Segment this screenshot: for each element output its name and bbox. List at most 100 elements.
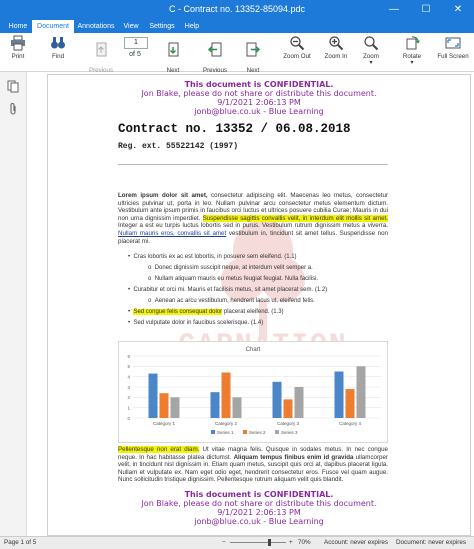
list-item: • Sed congue felis consequat dolor place… xyxy=(128,309,284,315)
x-tick-label: Category 3 xyxy=(277,421,300,426)
close-button[interactable]: ✕ xyxy=(442,0,474,20)
rotate-dropdown[interactable]: Rotate ▾ xyxy=(400,35,424,71)
y-tick-label: 2 xyxy=(127,395,130,400)
legend-label: Series 2 xyxy=(249,430,266,435)
legend-swatch xyxy=(211,430,215,434)
next-view-button[interactable]: Next View xyxy=(238,35,268,81)
x-tick-label: Category 4 xyxy=(339,421,362,426)
list-item: o Aenean ac arcu vestibulum, hendrerit l… xyxy=(148,298,315,304)
account-status: Account: never expires xyxy=(324,539,389,546)
print-button[interactable]: Print xyxy=(4,35,32,71)
bar xyxy=(334,371,344,418)
zoom-plus-icon[interactable]: + xyxy=(289,539,293,546)
x-tick-label: Category 2 xyxy=(215,421,238,426)
previous-view-button[interactable]: Previous View xyxy=(200,35,230,81)
ribbon-toolbar: Print Find Previous Page 1 of 5 Next Pag… xyxy=(0,33,474,81)
tab-settings[interactable]: Settings xyxy=(146,20,178,33)
next-page-icon xyxy=(168,42,179,57)
y-tick-label: 3 xyxy=(127,385,130,390)
bar xyxy=(356,366,366,418)
bar xyxy=(210,392,220,418)
highlight: Pellentesque non erat diam. xyxy=(118,446,200,453)
confidential-line-1: This document is CONFIDENTIAL. xyxy=(184,80,334,89)
page-count-label: of 5 xyxy=(129,51,141,58)
paragraph-1: Lorem ipsum dolor sit amet, consectetur … xyxy=(118,192,388,245)
chart-title: Chart xyxy=(246,347,261,353)
zoom-level: 70% xyxy=(298,539,311,546)
zoom-in-icon xyxy=(329,36,344,51)
ribbon-tabs: Home Document Annotations View Settings … xyxy=(0,20,474,33)
bar xyxy=(159,393,169,418)
zoom-out-icon xyxy=(290,36,305,51)
document-page: This document is CONFIDENTIAL. Jon Blake… xyxy=(47,74,471,536)
tab-annotations[interactable]: Annotations xyxy=(76,20,116,33)
next-view-icon xyxy=(246,42,260,57)
zoom-slider[interactable] xyxy=(230,539,286,546)
list-item: o Nullam aliquam mauris eu metus feugiat… xyxy=(148,276,319,282)
previous-view-icon xyxy=(208,42,222,57)
tab-help[interactable]: Help xyxy=(180,20,204,33)
title-rule xyxy=(118,164,388,165)
x-tick-label: Category 1 xyxy=(153,421,176,426)
paragraph-2: Pellentesque non erat diam. Ut vitae mag… xyxy=(118,446,388,484)
confidential-line-3: 9/1/2021 2:06:13 PM xyxy=(217,98,301,107)
y-tick-label: 6 xyxy=(127,354,130,359)
list-item: • Sed vulputate dolor in faucibus sceler… xyxy=(128,320,264,326)
chevron-down-icon: ▾ xyxy=(410,60,414,66)
bar xyxy=(294,387,304,418)
confidential-line-2: Jon Blake, please do not share or distri… xyxy=(141,89,377,98)
zoom-minus-icon[interactable]: − xyxy=(222,539,226,546)
contract-title: Contract no. 13352 / 06.08.2018 xyxy=(118,122,351,136)
highlight: Suspendisse sagittis convallis velit, in… xyxy=(202,214,388,222)
maximize-button[interactable]: ☐ xyxy=(410,0,442,20)
bar xyxy=(232,397,242,418)
bar xyxy=(345,389,355,418)
side-panel xyxy=(0,72,27,536)
minimize-button[interactable]: — xyxy=(378,0,410,20)
list-item: • Curabitur et orci mi. Mauris et facili… xyxy=(128,287,328,293)
attachments-icon[interactable] xyxy=(8,102,18,116)
list-item: • Cras lobortis ex ac est lobortis, in p… xyxy=(128,254,297,260)
legend-label: Series 1 xyxy=(217,430,234,435)
confidential-footer-line-4: jonb@blue.co.uk - Blue Learning xyxy=(194,517,324,526)
zoom-icon xyxy=(364,36,379,51)
tab-home[interactable]: Home xyxy=(4,20,32,33)
bar xyxy=(221,372,231,418)
y-tick-label: 5 xyxy=(127,364,130,369)
legend-label: Series 3 xyxy=(281,430,298,435)
zoom-out-button[interactable]: Zoom Out xyxy=(280,35,314,71)
bar-chart: Chart 0 1 2 3 4 5 6 Category 1 Category 2 Category… xyxy=(127,347,381,435)
y-tick-label: 1 xyxy=(127,405,130,410)
confidential-footer-line-3: 9/1/2021 2:06:13 PM xyxy=(217,508,301,517)
list-item: o Donec dignissim suscipit neque, at int… xyxy=(148,265,313,271)
printer-icon xyxy=(11,35,25,51)
underline-link[interactable]: Nullam mauris eros, convallis sit amet xyxy=(118,230,226,237)
confidential-footer-line-2: Jon Blake, please do not share or distri… xyxy=(141,499,377,508)
confidential-footer-line-1: This document is CONFIDENTIAL. xyxy=(184,490,334,499)
rotate-icon xyxy=(406,36,420,50)
next-page-button[interactable]: Next Page xyxy=(158,35,188,81)
title-bar: C - Contract no. 13352-85094.pdc — ☐ ✕ xyxy=(0,0,474,20)
bar xyxy=(170,397,180,418)
full-screen-icon xyxy=(445,37,461,49)
tab-document[interactable]: Document xyxy=(32,20,74,33)
thumbnails-icon[interactable] xyxy=(7,80,19,93)
previous-page-button[interactable]: Previous Page xyxy=(86,35,116,81)
registration-number: Reg. ext. 55522142 (1997) xyxy=(118,142,239,151)
y-tick-label: 4 xyxy=(127,374,130,379)
confidential-line-4: jonb@blue.co.uk - Blue Learning xyxy=(194,107,324,116)
page-indicator: Page 1 of 5 xyxy=(4,539,37,546)
document-status: Document: never expires xyxy=(396,539,466,546)
legend-swatch xyxy=(275,430,279,434)
zoom-dropdown[interactable]: Zoom ▾ xyxy=(358,35,384,71)
tab-view[interactable]: View xyxy=(118,20,144,33)
bar xyxy=(148,373,158,418)
find-button[interactable]: Find xyxy=(44,35,72,71)
legend-swatch xyxy=(243,430,247,434)
previous-page-icon xyxy=(96,42,107,57)
full-screen-button[interactable]: Full Screen xyxy=(434,35,472,71)
page-number-input[interactable]: 1 xyxy=(124,37,148,49)
zoom-in-button[interactable]: Zoom In xyxy=(320,35,352,71)
bar xyxy=(272,381,282,418)
bar xyxy=(283,399,293,418)
